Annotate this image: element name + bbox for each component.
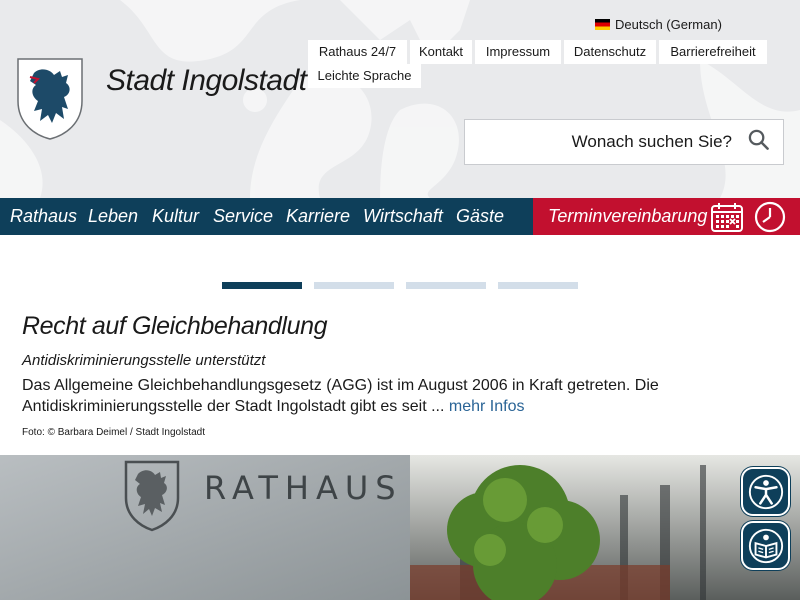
slide-indicator-2[interactable] (314, 282, 394, 289)
easy-read-book-icon (748, 528, 783, 563)
language-label: Deutsch (German) (615, 17, 722, 32)
accessibility-button[interactable] (741, 467, 790, 516)
appointment-button[interactable]: Terminvereinbarung (533, 198, 800, 235)
site-header: Stadt Ingolstadt Deutsch (German) Rathau… (0, 0, 800, 198)
nav-item-service[interactable]: Service (213, 198, 273, 235)
accessibility-person-icon (748, 474, 783, 509)
utility-link-impressum[interactable]: Impressum (475, 40, 561, 64)
nav-item-kultur[interactable]: Kultur (152, 198, 199, 235)
utility-link-barrierefreiheit[interactable]: Barrierefreiheit (659, 40, 767, 64)
utility-link-datenschutz[interactable]: Datenschutz (564, 40, 656, 64)
utility-link-rathaus-24-7[interactable]: Rathaus 24/7 (308, 40, 407, 64)
calendar-icon (710, 201, 744, 238)
utility-link-kontakt[interactable]: Kontakt (410, 40, 472, 64)
utility-link-leichte-sprache[interactable]: Leichte Sprache (308, 64, 421, 88)
nav-item-wirtschaft[interactable]: Wirtschaft (363, 198, 443, 235)
slide-indicator-3[interactable] (406, 282, 486, 289)
language-selector[interactable]: Deutsch (German) (595, 17, 722, 32)
panther-shield-icon (17, 58, 83, 140)
site-title[interactable]: Stadt Ingolstadt (106, 64, 307, 98)
article-teaser: Das Allgemeine Gleichbehandlungsgesetz (… (22, 375, 742, 417)
more-info-link[interactable]: mehr Infos (449, 398, 525, 415)
nav-item-leben[interactable]: Leben (88, 198, 138, 235)
germany-flag-icon (595, 19, 610, 30)
slide-indicator-1[interactable] (222, 282, 302, 289)
nav-item-gaeste[interactable]: Gäste (456, 198, 504, 235)
teaser-photo: RATHAUS (0, 455, 800, 600)
search-icon[interactable] (748, 129, 769, 155)
nav-item-rathaus[interactable]: Rathaus (10, 198, 77, 235)
slide-indicator-4[interactable] (498, 282, 578, 289)
coat-of-arms-logo[interactable] (16, 57, 84, 141)
article-body-text: Das Allgemeine Gleichbehandlungsgesetz (… (22, 377, 659, 415)
appointment-label: Terminvereinbarung (548, 206, 708, 226)
photo-credit: Foto: © Barbara Deimel / Stadt Ingolstad… (22, 427, 206, 438)
search-input[interactable] (492, 132, 732, 152)
rathaus-sign-text: RATHAUS (204, 469, 403, 507)
search-box (464, 119, 784, 165)
article-title: Recht auf Gleichbehandlung (22, 312, 328, 340)
nav-item-karriere[interactable]: Karriere (286, 198, 350, 235)
clock-icon (753, 201, 787, 238)
easy-read-button[interactable] (741, 521, 790, 570)
article-subtitle: Antidiskriminierungsstelle unterstützt (22, 352, 266, 369)
